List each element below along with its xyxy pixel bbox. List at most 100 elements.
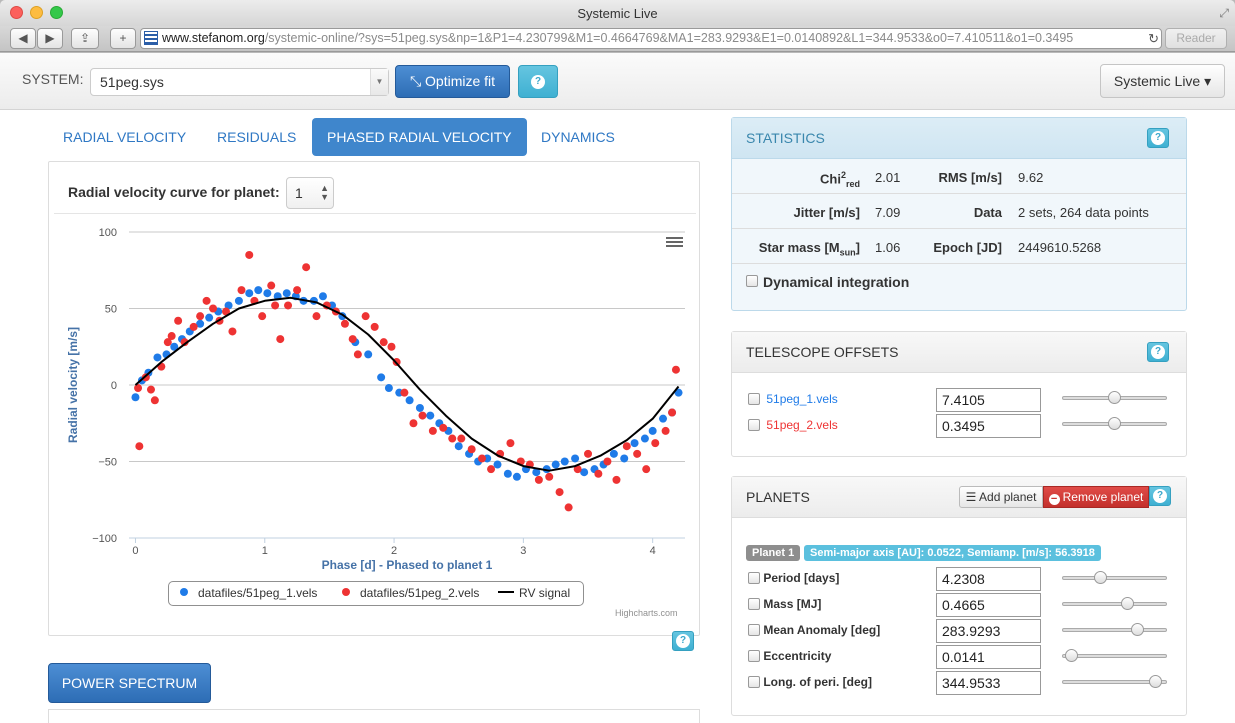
- chi-label: Chi2red: [820, 170, 860, 189]
- slider-thumb[interactable]: [1064, 649, 1078, 662]
- legend-item-51peg-1[interactable]: datafiles/51peg_1.vels: [180, 586, 317, 600]
- jitter-label: Jitter [m/s]: [793, 205, 860, 220]
- planet-param-row: Period [days]: [748, 571, 839, 585]
- planets-help-button[interactable]: ?: [1149, 486, 1171, 506]
- slider-thumb[interactable]: [1108, 391, 1121, 404]
- planet-param-row: Eccentricity: [748, 649, 831, 663]
- data-point-51peg-2: [555, 488, 564, 497]
- reader-button[interactable]: Reader: [1165, 28, 1227, 49]
- data-point-51peg-1: [282, 289, 291, 298]
- system-select[interactable]: 51peg.sys ▼: [90, 68, 389, 96]
- data-point-51peg-1: [318, 292, 327, 301]
- data-point-51peg-2: [146, 385, 155, 394]
- window-title: Systemic Live: [577, 6, 658, 21]
- stats-row: Chi2red 2.01 RMS [m/s] 9.62: [732, 159, 1186, 194]
- param-input[interactable]: 0.4665: [936, 593, 1041, 617]
- data-point-51peg-1: [263, 289, 272, 298]
- remove-planet-button[interactable]: − Remove planet: [1043, 486, 1149, 508]
- data-point-51peg-1: [426, 411, 435, 420]
- planets-title: PLANETS: [746, 489, 810, 505]
- highcharts-credits[interactable]: Highcharts.com: [615, 608, 678, 618]
- address-bar[interactable]: www.stefanom.org/systemic-online/?sys=51…: [140, 28, 1162, 49]
- tab-residuals[interactable]: RESIDUALS: [217, 118, 296, 156]
- param-slider[interactable]: [1062, 623, 1167, 636]
- data-point-51peg-2: [545, 472, 554, 481]
- add-planet-label: Add planet: [979, 490, 1037, 504]
- offset-row-51peg-2: 51peg_2.vels: [748, 418, 838, 432]
- chart-menu-icon[interactable]: [666, 237, 683, 249]
- data-point-51peg-1: [415, 403, 424, 412]
- question-icon: ?: [1151, 345, 1165, 359]
- dynamical-integration-label: Dynamical integration: [763, 274, 910, 290]
- param-label: Eccentricity: [763, 649, 832, 663]
- data-point-51peg-2: [622, 442, 631, 451]
- statistics-help-button[interactable]: ?: [1147, 128, 1169, 148]
- tab-dynamics[interactable]: DYNAMICS: [541, 118, 615, 156]
- param-input[interactable]: 344.9533: [936, 671, 1041, 695]
- reload-icon[interactable]: ↻: [1148, 29, 1159, 48]
- fullscreen-icon[interactable]: ⤢: [1219, 6, 1229, 21]
- data-point-51peg-1: [571, 454, 580, 463]
- jitter-value: 7.09: [875, 205, 901, 220]
- add-planet-button[interactable]: ☰ Add planet: [959, 486, 1043, 508]
- data-point-51peg-1: [493, 460, 502, 469]
- question-icon: ?: [531, 75, 545, 89]
- param-slider[interactable]: [1062, 675, 1167, 688]
- offset-checkbox[interactable]: [748, 393, 760, 405]
- help-button[interactable]: ?: [518, 65, 558, 98]
- slider-thumb[interactable]: [1094, 571, 1108, 584]
- legend-item-51peg-2[interactable]: datafiles/51peg_2.vels: [342, 586, 479, 600]
- new-tab-button[interactable]: +: [110, 28, 136, 49]
- tab-phased-radial-velocity[interactable]: PHASED RADIAL VELOCITY: [312, 118, 527, 156]
- data-point-51peg-1: [131, 393, 140, 402]
- back-button[interactable]: ◀: [10, 28, 36, 49]
- offset-slider-51peg-1[interactable]: [1062, 391, 1167, 404]
- param-slider[interactable]: [1062, 649, 1167, 662]
- data-point-51peg-2: [361, 312, 370, 321]
- slider-thumb[interactable]: [1120, 597, 1134, 610]
- data-point-51peg-2: [633, 449, 642, 458]
- param-slider[interactable]: [1062, 571, 1167, 584]
- x-axis-title: Phase [d] - Phased to planet 1: [322, 558, 493, 572]
- offsets-help-button[interactable]: ?: [1147, 342, 1169, 362]
- legend-item-rv-signal[interactable]: RV signal: [498, 586, 570, 600]
- param-slider[interactable]: [1062, 597, 1167, 610]
- offset-checkbox[interactable]: [748, 419, 760, 431]
- data-point-51peg-2: [340, 319, 349, 328]
- offset-input-51peg-2[interactable]: 0.3495: [936, 414, 1041, 438]
- slider-thumb[interactable]: [1131, 623, 1144, 636]
- optimize-fit-button[interactable]: ⤡ Optimize fit: [395, 65, 510, 98]
- param-checkbox[interactable]: [748, 572, 760, 584]
- data-point-51peg-1: [560, 457, 569, 466]
- data-point-51peg-1: [454, 442, 463, 451]
- power-spectrum-button[interactable]: POWER SPECTRUM: [48, 663, 211, 703]
- param-checkbox[interactable]: [748, 624, 760, 636]
- forward-button[interactable]: ▶: [37, 28, 63, 49]
- param-input[interactable]: 283.9293: [936, 619, 1041, 643]
- param-checkbox[interactable]: [748, 598, 760, 610]
- question-icon: ?: [676, 634, 690, 648]
- slider-thumb[interactable]: [1149, 675, 1163, 688]
- site-favicon-icon: [144, 31, 158, 45]
- systemic-live-menu-button[interactable]: Systemic Live ▾: [1100, 64, 1225, 98]
- data-point-51peg-1: [245, 289, 254, 298]
- y-tick-label: −100: [92, 533, 117, 545]
- data-point-51peg-2: [612, 475, 621, 484]
- data-point-51peg-2: [428, 426, 437, 435]
- param-checkbox[interactable]: [748, 676, 760, 688]
- data-point-51peg-2: [196, 312, 205, 321]
- data-point-51peg-2: [477, 454, 486, 463]
- legend-marker: [498, 591, 514, 593]
- data-point-51peg-1: [609, 449, 618, 458]
- offset-input-51peg-1[interactable]: 7.4105: [936, 388, 1041, 412]
- dynamical-integration-checkbox[interactable]: [746, 275, 758, 287]
- share-button[interactable]: ⇪: [71, 28, 99, 49]
- param-checkbox[interactable]: [748, 650, 760, 662]
- chart-help-button[interactable]: ?: [672, 631, 694, 651]
- slider-thumb[interactable]: [1108, 417, 1121, 430]
- offset-slider-51peg-2[interactable]: [1062, 417, 1167, 430]
- system-label: SYSTEM:: [22, 71, 84, 87]
- tab-radial-velocity[interactable]: RADIAL VELOCITY: [63, 118, 186, 156]
- param-input[interactable]: 4.2308: [936, 567, 1041, 591]
- param-input[interactable]: 0.0141: [936, 645, 1041, 669]
